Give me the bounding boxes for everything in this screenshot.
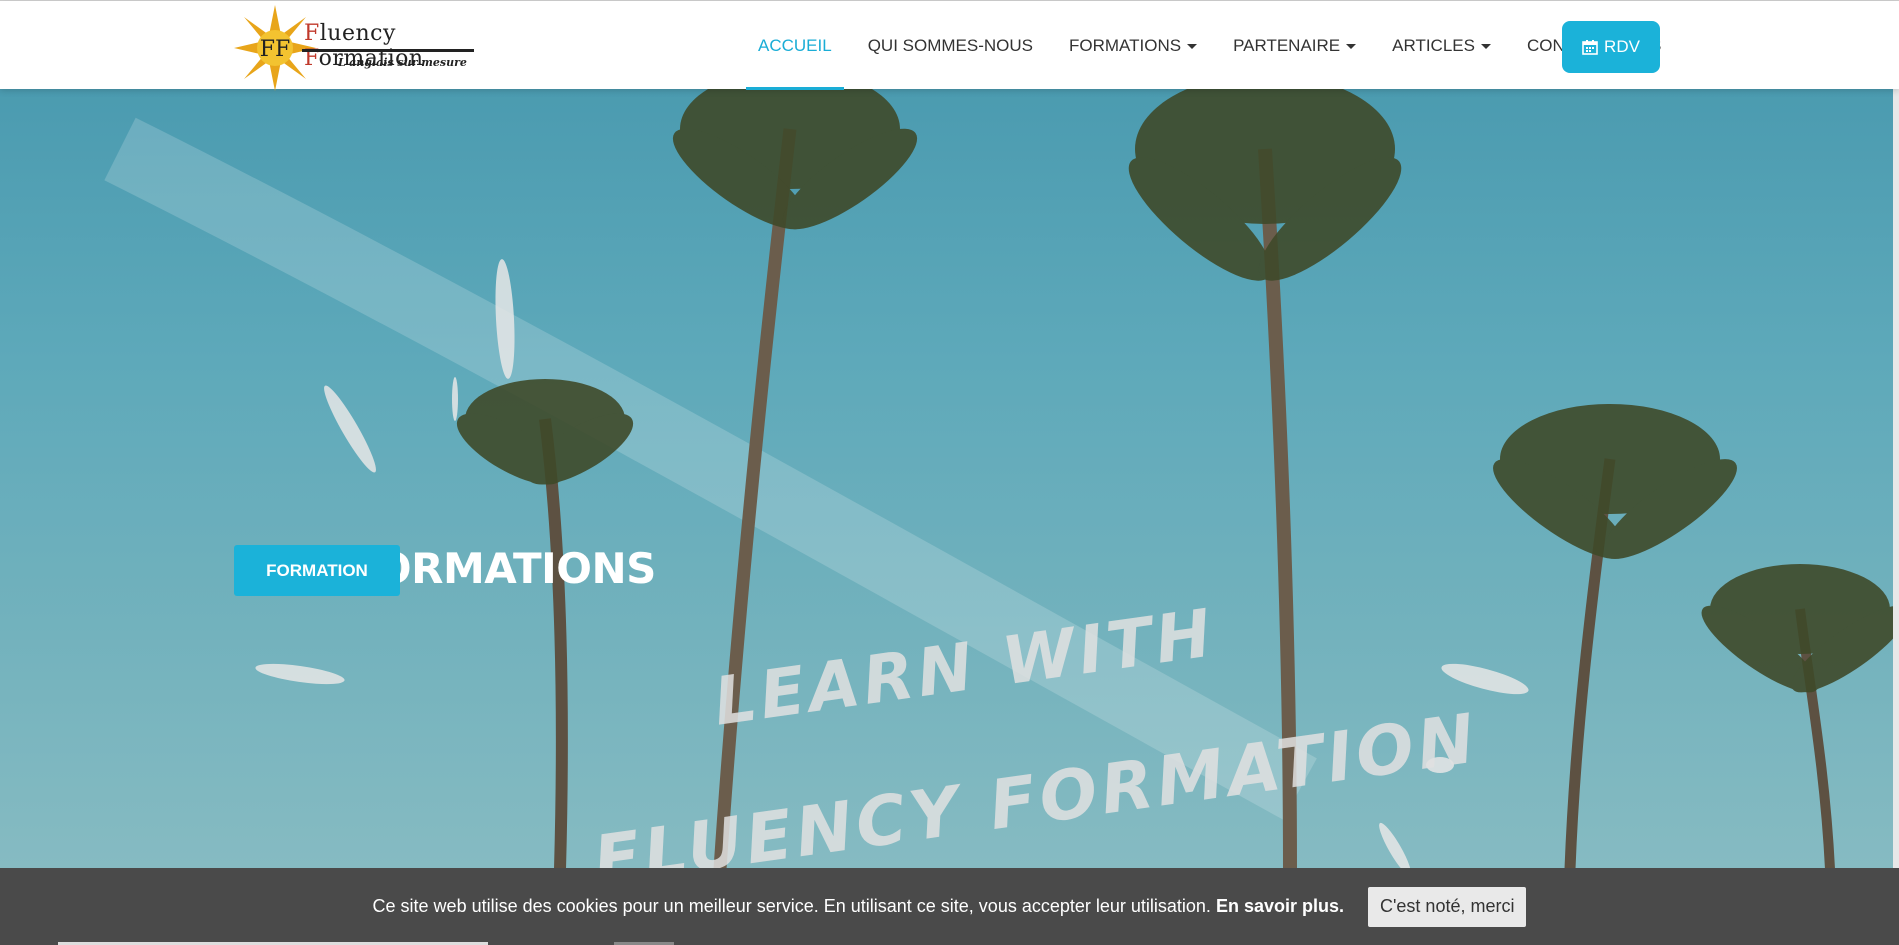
nav-item-articles[interactable]: ARTICLES — [1374, 2, 1509, 90]
cookie-learn-more-link[interactable]: En savoir plus. — [1216, 896, 1344, 917]
logo-tagline: L'anglais sur mesure — [338, 56, 467, 69]
nav-item-qui-sommes-nous[interactable]: QUI SOMMES-NOUS — [850, 2, 1051, 90]
caret-down-icon — [1346, 43, 1357, 49]
logo-monogram: FF — [260, 37, 291, 62]
cookie-accept-button[interactable]: C'est noté, merci — [1367, 886, 1527, 927]
rdv-label: RDV — [1604, 37, 1640, 56]
nav-item-accueil[interactable]: ACCUEIL — [740, 2, 850, 90]
cookie-banner: Ce site web utilise des cookies pour un … — [0, 868, 1899, 945]
formation-button[interactable]: FORMATION — [234, 545, 400, 596]
nav-item-partenaire[interactable]: PARTENAIRE — [1215, 2, 1374, 90]
nav-item-formations[interactable]: FORMATIONS — [1051, 2, 1215, 90]
caret-down-icon — [1187, 43, 1198, 49]
cookie-message: Ce site web utilise des cookies pour un … — [372, 896, 1211, 916]
calendar-icon — [1582, 40, 1598, 55]
page-scrollbar[interactable] — [1893, 89, 1899, 869]
site-logo[interactable]: FF Fluency Formation L'anglais sur mesur… — [234, 5, 484, 91]
site-header: FF Fluency Formation L'anglais sur mesur… — [0, 1, 1899, 91]
caret-down-icon — [1480, 43, 1491, 49]
rdv-button[interactable]: RDV — [1562, 21, 1660, 73]
hero-banner: LEARN WITH FLUENCY FORMATION NOS FORMATI… — [0, 89, 1899, 869]
logo-underline — [302, 49, 474, 52]
palm-trees-background — [104, 89, 1899, 869]
main-nav: ACCUEIL QUI SOMMES-NOUS FORMATIONS PARTE… — [740, 2, 1679, 90]
